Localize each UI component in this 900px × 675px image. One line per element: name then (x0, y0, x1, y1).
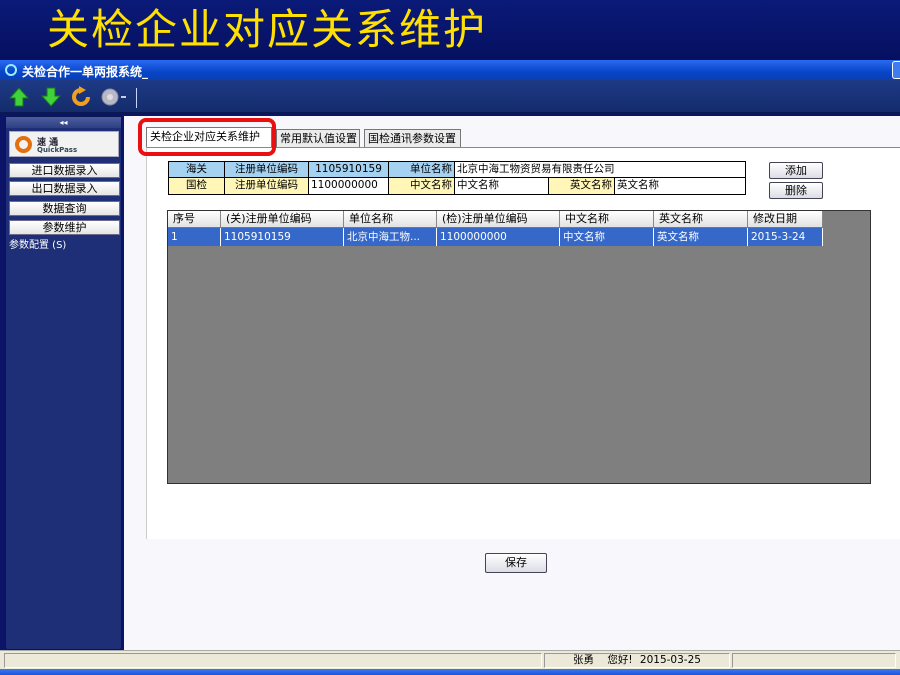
customs-code-field[interactable]: 1105910159 (309, 162, 389, 178)
column-header[interactable]: 序号 (168, 211, 221, 228)
logo-subtext: QuickPass (37, 146, 78, 154)
column-header[interactable]: 修改日期 (748, 211, 823, 228)
highlight-annotation (138, 118, 276, 156)
tab-inspection-comm[interactable]: 国检通讯参数设置 (364, 129, 461, 147)
mapping-form: 海关 注册单位编码 1105910159 单位名称 北京中海工物资贸易有限责任公… (168, 161, 746, 195)
main-area: 关检企业对应关系维护 常用默认值设置 国检通讯参数设置 海关 注册单位编码 11… (124, 116, 900, 650)
slide-title-banner: 关检企业对应关系维护 (0, 0, 900, 60)
inspection-code-label: 注册单位编码 (225, 178, 309, 194)
english-name-label: 英文名称 (549, 178, 615, 194)
column-header[interactable]: 英文名称 (654, 211, 748, 228)
quickpass-logo: 速 通 QuickPass (9, 131, 119, 157)
unit-name-field[interactable]: 北京中海工物资贸易有限责任公司 (455, 162, 745, 178)
customs-code-label: 注册单位编码 (225, 162, 309, 178)
toolbar-separator (136, 88, 137, 108)
status-user: 张勇 (573, 654, 594, 666)
sidebar-collapse-button[interactable]: ◂◂ (6, 117, 121, 128)
table-cell: 1105910159 (221, 228, 344, 246)
table-cell: 1100000000 (437, 228, 560, 246)
status-extra (732, 653, 896, 668)
quickpass-logo-icon (15, 136, 32, 153)
slide-title: 关检企业对应关系维护 (47, 5, 488, 54)
column-header[interactable]: 单位名称 (344, 211, 437, 228)
table-cell: 北京中海工物... (344, 228, 437, 246)
delete-button[interactable]: 删除 (769, 182, 823, 199)
sidebar-item-data-query[interactable]: 数据查询 (9, 201, 120, 216)
chinese-name-field[interactable]: 中文名称 (455, 178, 549, 194)
status-user-segment: 张勇 您好! 2015-03-25 (544, 653, 730, 668)
toolbar (0, 80, 900, 114)
sidebar: ◂◂ 速 通 QuickPass 进口数据录入 出口数据录入 数据查询 参数维护… (5, 116, 122, 650)
column-header[interactable]: 中文名称 (560, 211, 654, 228)
column-header[interactable]: (检)注册单位编码 (437, 211, 560, 228)
circle-dropdown-icon[interactable] (100, 86, 130, 108)
english-name-field[interactable]: 英文名称 (615, 178, 745, 194)
table-cell: 英文名称 (654, 228, 748, 246)
window-control-button[interactable] (892, 61, 900, 79)
table-cell: 2015-3-24 (748, 228, 823, 246)
status-date: 2015-03-25 (639, 654, 701, 666)
inspection-code-field[interactable]: 1100000000 (309, 178, 389, 194)
chinese-name-label: 中文名称 (389, 178, 455, 194)
sidebar-item-export-entry[interactable]: 出口数据录入 (9, 181, 120, 196)
window-title: 关检合作一单两报系统_ (22, 65, 149, 79)
sidebar-subitem-param-config[interactable]: 参数配置 (S) (9, 236, 66, 251)
table-cell: 1 (168, 228, 221, 246)
inspection-label: 国检 (169, 178, 225, 194)
refresh-icon[interactable] (70, 86, 92, 108)
sidebar-item-import-entry[interactable]: 进口数据录入 (9, 163, 120, 178)
window-titlebar: 关检合作一单两报系统_ (0, 60, 900, 80)
status-greeting: 您好! (607, 654, 633, 666)
add-button[interactable]: 添加 (769, 162, 823, 179)
table-cell: 中文名称 (560, 228, 654, 246)
arrow-down-icon[interactable] (40, 86, 62, 108)
arrow-up-icon[interactable] (8, 86, 30, 108)
taskbar (0, 669, 900, 675)
save-button[interactable]: 保存 (485, 553, 547, 573)
column-header[interactable]: (关)注册单位编码 (221, 211, 344, 228)
status-message (4, 653, 542, 668)
unit-name-label: 单位名称 (389, 162, 455, 178)
customs-label: 海关 (169, 162, 225, 178)
app-icon (5, 64, 17, 76)
sidebar-item-param-maintenance[interactable]: 参数维护 (9, 220, 120, 235)
tab-default-values[interactable]: 常用默认值设置 (276, 129, 360, 147)
status-bar: 张勇 您好! 2015-03-25 (0, 650, 900, 669)
mapping-grid: 序号 (关)注册单位编码 单位名称 (检)注册单位编码 中文名称 英文名称 修改… (167, 210, 871, 484)
